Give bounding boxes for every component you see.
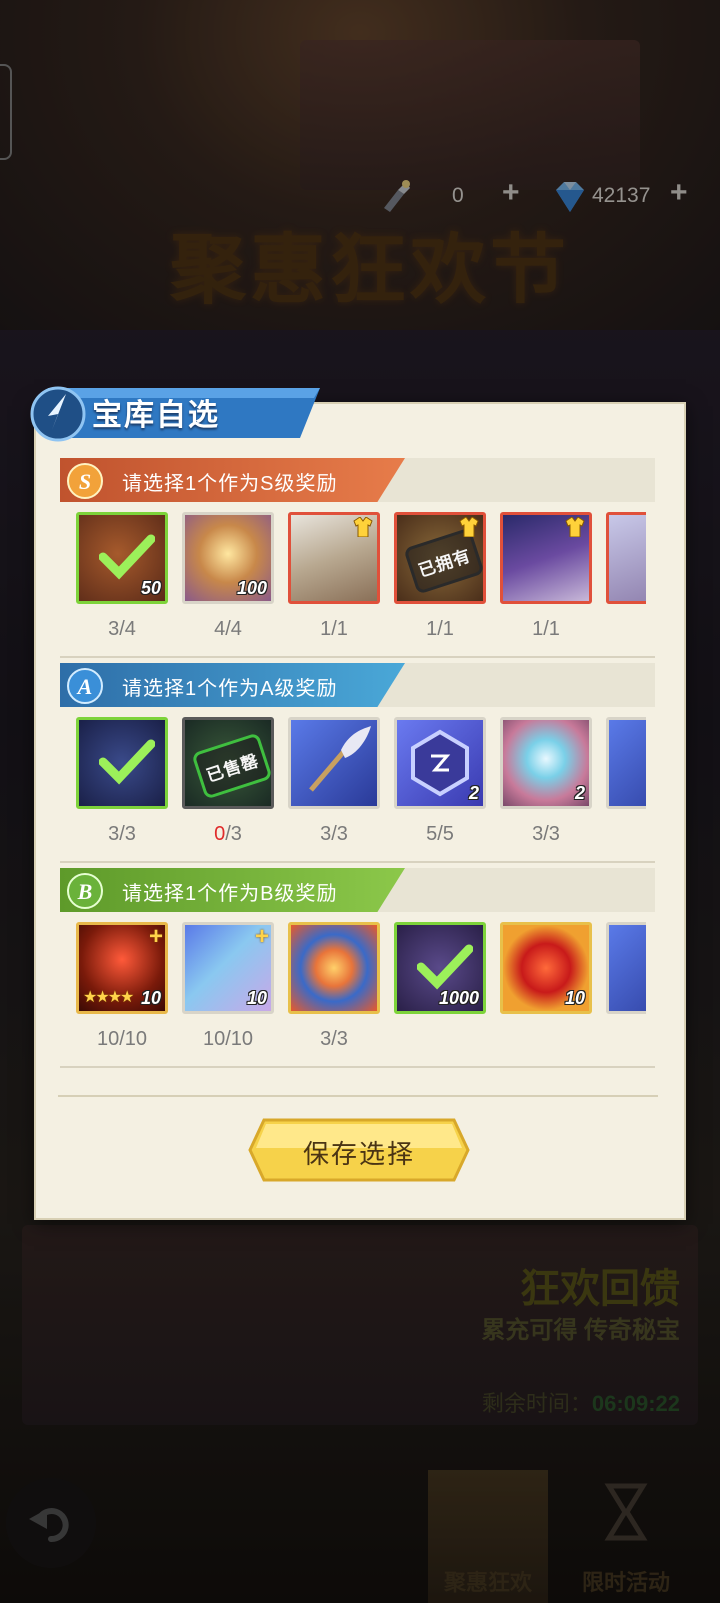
upgrade-plus-icon: + [148,923,163,950]
reward-item[interactable]: 1/1 [288,512,380,652]
skin-shirt-icon [565,517,585,537]
item-icon [288,922,380,1014]
reward-item[interactable]: 3/3 [76,717,168,857]
skin-shirt-icon [353,517,373,537]
check-icon [417,944,473,990]
item-icon: + ★★★★ 10 [76,922,168,1014]
save-selection-label: 保存选择 [302,1139,415,1169]
reward-item[interactable]: 已拥有 1/1 [394,512,486,652]
star-rating: ★★★★ [83,989,134,1006]
item-icon: 已售罄 [182,717,274,809]
section-b-items: + ★★★★ 10 10/10 + 10 10/10 3/3 1000 10 [76,922,646,1062]
item-icon: 2 [394,717,486,809]
reward-item[interactable]: 50 3/4 [76,512,168,652]
reward-item[interactable]: 2 3/3 [500,717,592,857]
upgrade-plus-icon: + [254,923,269,950]
skin-shirt-icon [459,517,479,537]
section-s-header: S 请选择1个作为S级奖励 [60,458,655,502]
reward-item[interactable]: 2 5/5 [394,717,486,857]
reward-item[interactable]: + 10 10/10 [182,922,274,1062]
reward-item[interactable]: 3/3 [288,922,380,1062]
svg-text:S: S [79,469,91,494]
reward-item[interactable]: 3/3 [288,717,380,857]
check-icon [99,739,155,785]
reward-item[interactable]: 10 [500,922,592,1062]
svg-text:B: B [77,879,93,904]
section-a-label: 请选择1个作为A级奖励 [122,678,338,700]
item-icon: 已拥有 [394,512,486,604]
section-a-items: 3/3 已售罄 0/3 3/3 2 5/5 2 3/3 [76,717,646,857]
reward-item[interactable]: 1/1 [500,512,592,652]
section-a-header: A 请选择1个作为A级奖励 [60,663,655,707]
section-b-rank: B 请选择1个作为B级奖励 + ★★★★ 10 10/10 + 10 10/10 [60,868,655,1068]
section-s-items: 50 3/4 100 4/4 1/1 已拥有 1/1 1/1 [76,512,646,652]
reward-item[interactable]: + ★★★★ 10 10/10 [76,922,168,1062]
section-b-label: 请选择1个作为B级奖励 [122,883,338,905]
item-icon [288,512,380,604]
reward-item-partial[interactable] [606,717,646,857]
item-icon [500,512,592,604]
section-b-header: B 请选择1个作为B级奖励 [60,868,655,912]
item-icon: 1000 [394,922,486,1014]
section-a-rank: A 请选择1个作为A级奖励 3/3 已售罄 0/3 3/3 2 5/5 2 3/… [60,663,655,863]
reward-item[interactable]: 100 4/4 [182,512,274,652]
save-selection-button[interactable]: 保存选择 [248,1118,470,1182]
check-icon [99,534,155,580]
item-icon: 50 [76,512,168,604]
b-rank-badge-icon: B [67,873,103,909]
item-icon: 2 [500,717,592,809]
a-rank-badge-icon: A [67,668,103,704]
reward-item-partial[interactable] [606,922,646,1062]
item-icon: 10 [500,922,592,1014]
item-icon [288,717,380,809]
reward-item[interactable]: 已售罄 0/3 [182,717,274,857]
item-icon: 100 [182,512,274,604]
s-rank-badge-icon: S [67,463,103,499]
panel-divider [58,1095,658,1097]
feather-staff-icon [309,726,371,792]
section-s-rank: S 请选择1个作为S级奖励 50 3/4 100 4/4 1/1 已拥有 1/1… [60,458,655,658]
reward-item[interactable]: 1000 [394,922,486,1062]
reward-item-partial[interactable] [606,512,646,652]
section-s-label: 请选择1个作为S级奖励 [122,473,338,495]
item-icon [76,717,168,809]
svg-text:A: A [76,674,93,699]
item-icon: + 10 [182,922,274,1014]
panel-title: 宝库自选 [92,399,220,432]
